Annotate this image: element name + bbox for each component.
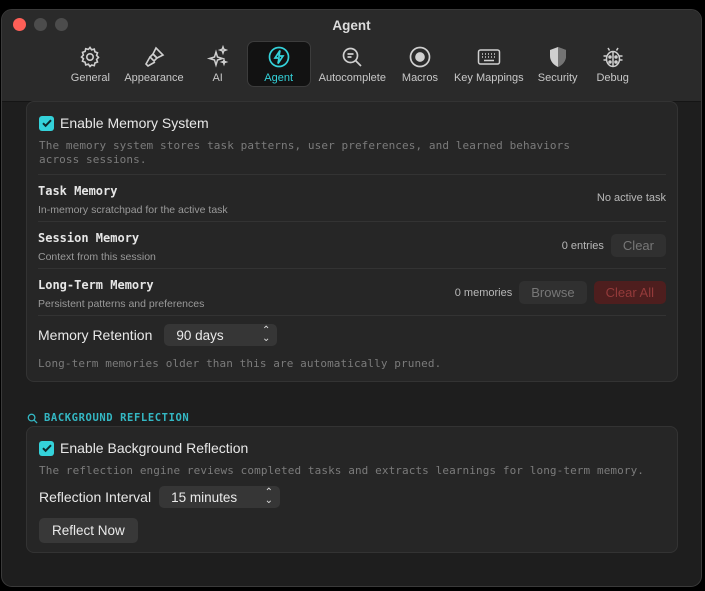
settings-toolbar: General Appearance AI Agent Autocomplete… [2, 41, 701, 87]
interval-control: Reflection Interval 15 minutes ⌃ ⌄ [39, 486, 281, 508]
retention-value: 90 days [176, 327, 224, 343]
sparkles-icon [206, 45, 229, 68]
reflection-card: Enable Background Reflection The reflect… [26, 426, 678, 553]
task-memory-status: No active task [596, 192, 666, 204]
enable-memory-checkbox[interactable] [39, 115, 54, 131]
tab-security[interactable]: Security [532, 41, 584, 87]
tab-label: Macros [401, 72, 438, 84]
clear-all-memories-button[interactable]: Clear All [593, 281, 666, 304]
enable-memory-row[interactable]: Enable Memory System [39, 115, 209, 131]
retention-note: Long-term memories older than this are a… [38, 357, 442, 370]
tab-label: AI [212, 72, 223, 84]
tab-key-mappings[interactable]: Key Mappings [449, 41, 529, 87]
longterm-memory-actions: 0 memories Browse Clear All [455, 281, 666, 304]
keyboard-icon [477, 49, 501, 65]
ladybug-icon [603, 47, 623, 68]
task-memory-subtitle: In-memory scratchpad for the active task [38, 204, 228, 216]
session-memory-title: Session Memory [38, 231, 140, 245]
enable-reflection-checkbox[interactable] [39, 440, 54, 456]
retention-row: Memory Retention 90 days ⌃ ⌄ Long-term me… [38, 315, 666, 382]
window-title: Agent [332, 18, 371, 33]
tab-label: Debug [596, 72, 629, 84]
retention-label: Memory Retention [38, 327, 153, 343]
tab-label: Autocomplete [318, 72, 386, 84]
session-memory-count: 0 entries [561, 239, 604, 252]
longterm-memory-count: 0 memories [454, 286, 513, 299]
interval-value: 15 minutes [171, 489, 238, 505]
browse-memories-button[interactable]: Browse [519, 281, 587, 304]
record-icon [409, 46, 431, 68]
checkmark-icon [41, 444, 52, 453]
tab-label: Key Mappings [453, 72, 524, 84]
retention-select[interactable]: 90 days ⌃ ⌄ [164, 324, 278, 346]
longterm-memory-subtitle: Persistent patterns and preferences [38, 298, 205, 310]
tab-general[interactable]: General [64, 41, 116, 87]
updown-chevron-icon: ⌃ ⌄ [262, 325, 271, 344]
session-memory-actions: 0 entries Clear [562, 234, 666, 257]
settings-content: Enable Memory System The memory system s… [2, 101, 701, 586]
gear-icon [80, 46, 100, 68]
tab-label: Security [537, 72, 578, 84]
longterm-memory-row: Long-Term Memory Persistent patterns and… [38, 268, 666, 316]
enable-reflection-row[interactable]: Enable Background Reflection [39, 440, 248, 456]
longterm-memory-title: Long-Term Memory [38, 278, 154, 292]
interval-label: Reflection Interval [39, 489, 152, 505]
tab-appearance[interactable]: Appearance [119, 41, 188, 87]
enable-memory-label: Enable Memory System [60, 115, 209, 131]
reflect-now-button[interactable]: Reflect Now [39, 518, 138, 543]
titlebar: Agent General Appearance AI Agent Autoco… [2, 10, 701, 102]
tab-macros[interactable]: Macros [394, 41, 446, 87]
task-memory-status-wrap: No active task [597, 192, 666, 204]
tab-label: Agent [264, 72, 294, 84]
task-memory-title: Task Memory [38, 184, 118, 198]
retention-control: Memory Retention 90 days ⌃ ⌄ [38, 324, 278, 346]
checkmark-icon [41, 119, 52, 128]
magnifier-icon [27, 413, 38, 424]
tab-debug[interactable]: Debug [587, 41, 639, 87]
enable-reflection-label: Enable Background Reflection [60, 440, 249, 456]
bolt-icon [268, 46, 290, 68]
tab-label: General [70, 72, 110, 84]
interval-select[interactable]: 15 minutes ⌃ ⌄ [159, 486, 281, 508]
clear-session-button[interactable]: Clear [610, 234, 666, 257]
tab-agent[interactable]: Agent [246, 41, 311, 87]
preferences-window: Agent General Appearance AI Agent Autoco… [1, 9, 702, 587]
tab-autocomplete[interactable]: Autocomplete [314, 41, 391, 87]
memory-description: The memory system stores task patterns, … [39, 139, 571, 166]
background-reflection-header: BACKGROUND REFLECTION [27, 412, 189, 424]
tab-ai[interactable]: AI [192, 41, 244, 87]
task-memory-row: Task Memory In-memory scratchpad for the… [38, 174, 666, 222]
shield-icon [549, 47, 566, 67]
reflection-description: The reflection engine reviews completed … [39, 464, 645, 477]
section-title: BACKGROUND REFLECTION [44, 412, 190, 424]
memory-card: Enable Memory System The memory system s… [26, 101, 678, 382]
session-memory-row: Session Memory Context from this session… [38, 221, 666, 269]
paintbrush-icon [145, 46, 165, 67]
updown-chevron-icon: ⌃ ⌄ [264, 487, 274, 506]
reflect-now-wrap: Reflect Now [39, 518, 138, 543]
magnifier-icon [342, 47, 362, 67]
tab-label: Appearance [124, 72, 184, 84]
session-memory-subtitle: Context from this session [38, 251, 156, 263]
